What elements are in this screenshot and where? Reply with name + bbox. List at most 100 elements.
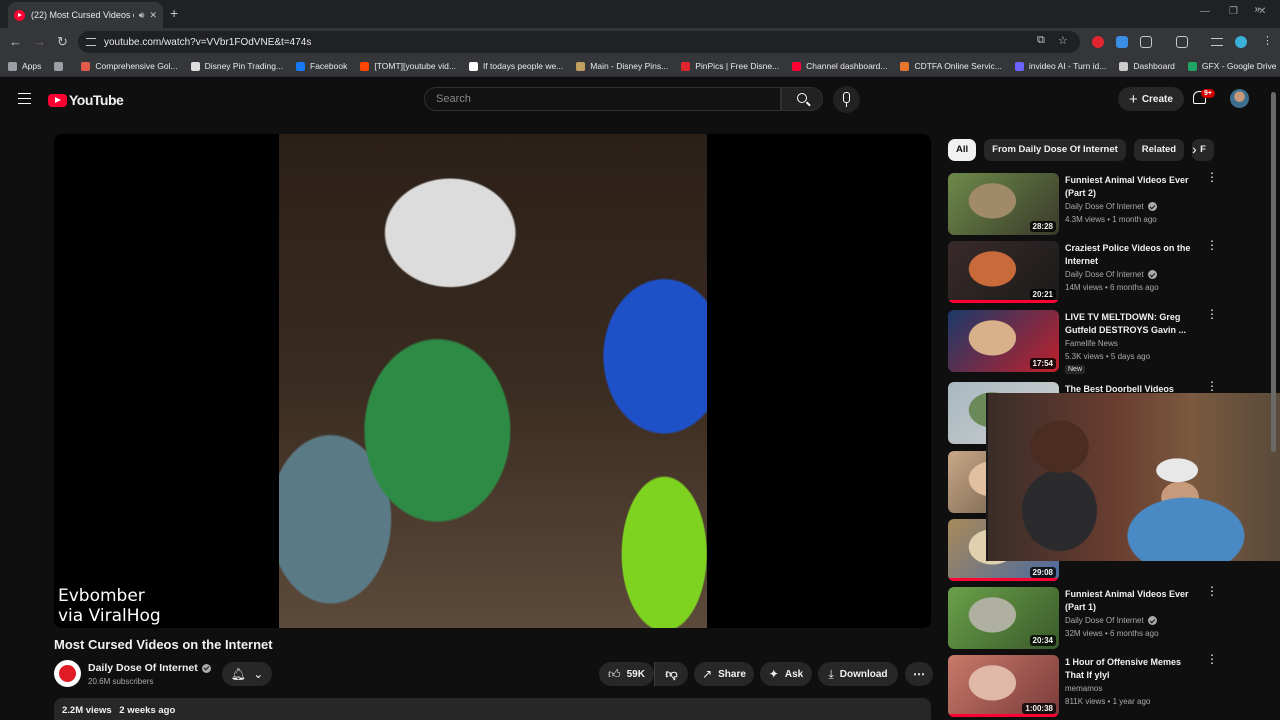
video-thumbnail[interactable]: 20:21 [948,241,1059,303]
voice-search-icon[interactable] [833,86,860,113]
recommendation-title[interactable]: 1 Hour of Offensive Memes That If ylyl [1065,656,1193,682]
more-options-icon[interactable]: ⋮ [1206,239,1218,251]
chevron-right-icon[interactable]: › [1192,141,1197,157]
sparkle-icon: ✦ [768,667,779,681]
video-thumbnail[interactable]: 20:34 [948,587,1059,649]
bookmark-item[interactable]: invideo AI - Turn id... [1014,61,1107,71]
watch-progress-bar [948,578,1059,581]
search-button[interactable] [781,87,823,111]
filter-chip[interactable]: Related [1133,139,1185,161]
scrollbar-thumb[interactable] [1271,92,1276,452]
restore-icon[interactable]: ❐ [1229,6,1238,17]
bookmark-item[interactable]: Disney Pin Trading... [190,61,284,71]
video-thumbnail[interactable]: 1:00:38 [948,655,1059,717]
menu-hamburger-icon[interactable] [18,93,31,104]
new-tab-icon[interactable]: + [170,5,178,21]
bookmark-item[interactable]: Comprehensive Gol... [81,61,178,71]
video-thumbnail[interactable]: 28:28 [948,173,1059,235]
recommendation-channel[interactable]: Daily Dose Of Internet [1065,270,1157,279]
recommendation-item[interactable]: 1:00:38 1 Hour of Offensive Memes That If… [948,653,1228,717]
bookmark-favicon-icon [296,61,306,71]
page-scrollbar[interactable] [1270,82,1278,720]
bookmark-item[interactable]: Facebook [296,61,347,71]
share-button[interactable]: ↗ Share [694,662,754,686]
bookmark-item[interactable]: Channel dashboard... [792,61,887,71]
recommendation-channel[interactable]: Daily Dose Of Internet [1065,616,1157,625]
channel-avatar[interactable] [54,660,81,687]
recommendation-title[interactable]: Craziest Police Videos on the Internet [1065,242,1193,268]
bookmark-item[interactable]: Main - Disney Pins... [576,61,668,71]
back-icon[interactable]: ← [9,34,22,49]
create-label: Create [1141,93,1173,105]
bookmark-item[interactable]: Dashboard [1119,61,1175,71]
recommendation-meta: 5.3K views • 5 days ago [1065,352,1151,361]
recommendation-meta: 14M views • 6 months ago [1065,283,1159,292]
recommendation-title[interactable]: LIVE TV MELTDOWN: Greg Gutfeld DESTROYS … [1065,311,1193,337]
description-box[interactable]: 2.2M views 2 weeks ago [54,698,931,720]
more-actions-button[interactable]: ⋯ [905,662,933,686]
bookmark-item[interactable]: Apps [8,61,41,71]
recommendation-item[interactable]: 17:54 LIVE TV MELTDOWN: Greg Gutfeld DEST… [948,308,1228,374]
speaker-icon[interactable]: 🔊︎ [139,10,145,21]
side-panel-icon[interactable] [1176,36,1188,48]
extensions-puzzle-icon[interactable] [1140,36,1152,48]
bookmark-item[interactable]: PinPics | Free Disne... [681,61,779,71]
more-options-icon[interactable]: ⋮ [1206,308,1218,320]
recommendation-meta: 32M views • 6 months ago [1065,629,1159,638]
extension-icon-1[interactable] [1092,36,1104,48]
new-badge: New [1065,365,1086,374]
duration-badge: 20:34 [1029,635,1056,646]
reload-icon[interactable]: ↻ [57,34,68,50]
bookmark-item[interactable] [54,61,68,71]
youtube-logo[interactable]: YouTube [48,92,124,108]
recommendation-channel[interactable]: Daily Dose Of Internet [1065,202,1157,211]
media-controls-icon[interactable] [1211,38,1223,46]
address-bar[interactable]: youtube.com/watch?v=VVbr1FOdVNE&t=474s [78,31,1080,53]
bookmark-label: Disney Pin Trading... [204,61,284,71]
bookmark-item[interactable]: If todays people we... [468,61,563,71]
download-button[interactable]: ⤓ Download [818,662,898,686]
browser-tab-active[interactable]: (22) Most Cursed Videos on 🔊︎ ✕ [8,2,163,28]
like-button[interactable]: 👍︎ 59K [599,662,654,686]
share-label: Share [718,668,746,680]
filter-chip[interactable]: All [948,139,977,161]
install-app-icon[interactable]: ⧉ [1037,34,1045,47]
more-bookmarks-icon[interactable]: » [1254,4,1260,15]
bookmark-label: invideo AI - Turn id... [1028,61,1107,71]
extension-icon-2[interactable] [1116,36,1128,48]
subscribed-notification-button[interactable]: 🔔︎ ⌄ [222,662,272,686]
recommendation-channel[interactable]: Famelife News [1065,339,1118,348]
recommendation-item[interactable]: 28:28 Funniest Animal Videos Ever (Part 2… [948,171,1228,235]
filter-chip[interactable]: From Daily Dose Of Internet [984,139,1126,161]
site-info-icon[interactable] [86,38,96,46]
more-options-icon[interactable]: ⋮ [1206,585,1218,597]
profile-icon[interactable] [1235,36,1247,48]
browser-menu-icon[interactable]: ⋮ [1262,34,1273,47]
bookmark-item[interactable]: CDTFA Online Servic... [900,61,1002,71]
dislike-button[interactable]: 👎︎ [654,662,688,686]
forward-icon[interactable]: → [33,34,46,49]
create-button[interactable]: + Create [1118,87,1184,111]
bookmark-favicon-icon [360,61,370,71]
more-options-icon[interactable]: ⋮ [1206,171,1218,183]
search-input[interactable]: Search [424,87,781,111]
bookmark-star-icon[interactable]: ☆ [1058,34,1068,47]
close-tab-icon[interactable]: ✕ [149,10,157,21]
more-options-icon[interactable]: ⋮ [1206,380,1218,392]
bookmark-label: CDTFA Online Servic... [914,61,1002,71]
minimize-icon[interactable]: — [1200,6,1210,17]
bookmark-item[interactable]: GFX - Google Drive [1187,61,1277,71]
recommendation-title[interactable]: Funniest Animal Videos Ever (Part 2) [1065,174,1193,200]
more-options-icon[interactable]: ⋮ [1206,653,1218,665]
account-avatar[interactable] [1230,89,1249,108]
recommendation-channel[interactable]: memamos [1065,684,1102,693]
download-icon: ⤓ [828,666,834,681]
channel-name[interactable]: Daily Dose Of Internet [88,662,211,674]
recommendation-item[interactable]: 20:21 Craziest Police Videos on the Inter… [948,239,1228,303]
ask-button[interactable]: ✦ Ask [760,662,812,686]
video-thumbnail[interactable]: 17:54 [948,310,1059,372]
recommendation-item[interactable]: 20:34 Funniest Animal Videos Ever (Part 1… [948,585,1228,649]
bookmark-item[interactable]: [TOMT][youtube vid... [360,61,456,71]
video-player[interactable]: Evbomber via ViralHog [54,134,931,628]
recommendation-title[interactable]: Funniest Animal Videos Ever (Part 1) [1065,588,1193,614]
